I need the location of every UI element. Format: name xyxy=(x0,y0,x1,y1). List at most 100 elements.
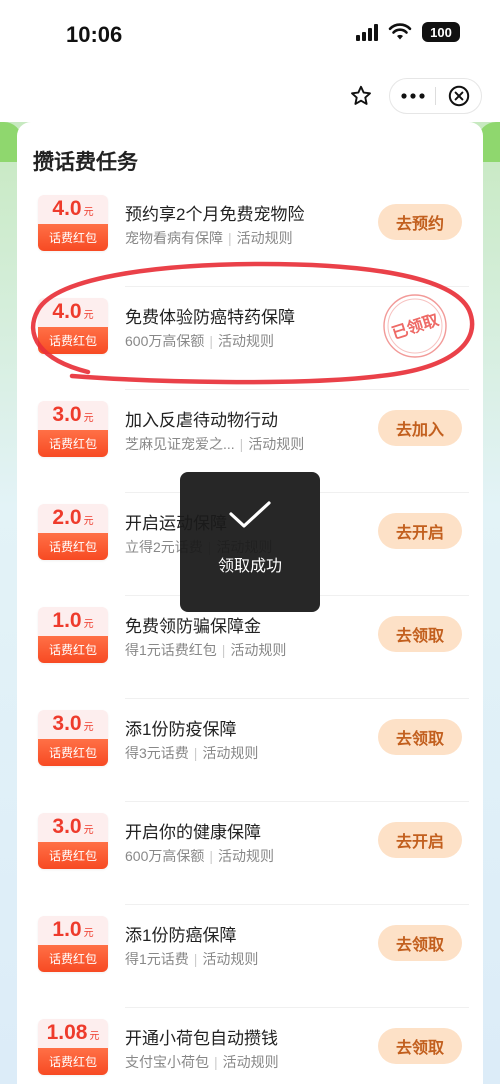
task-title: 开启你的健康保障 xyxy=(125,823,261,842)
coupon-amount: 4.0 xyxy=(52,197,82,220)
task-row: 3.0 元 话费红包 添1份防疫保障 得3元话费 | 活动规则 去领取 xyxy=(17,699,483,802)
task-subtitle: 600万高保额 | 活动规则 xyxy=(125,331,274,351)
coupon-unit: 元 xyxy=(83,825,94,836)
claimed-stamp-text: 已领取 xyxy=(389,310,441,343)
rules-link[interactable]: 活动规则 xyxy=(218,333,274,349)
task-action-button[interactable]: 去领取 xyxy=(378,925,462,961)
task-title: 添1份防疫保障 xyxy=(125,720,237,739)
coupon-badge: 4.0 元 话费红包 xyxy=(38,195,108,251)
separator: | xyxy=(193,745,198,761)
task-action-button[interactable]: 去领取 xyxy=(378,616,462,652)
wifi-icon xyxy=(388,23,412,40)
task-subtitle: 支付宝小荷包 | 活动规则 xyxy=(125,1052,279,1072)
separator: | xyxy=(239,436,244,452)
coupon-amount: 1.08 xyxy=(46,1021,88,1044)
coupon-badge: 1.08 元 话费红包 xyxy=(38,1019,108,1075)
coupon-badge: 3.0 元 话费红包 xyxy=(38,710,108,766)
rules-link[interactable]: 活动规则 xyxy=(202,745,258,761)
task-desc: 支付宝小荷包 xyxy=(125,1054,209,1070)
task-row: 4.0 元 话费红包 预约享2个月免费宠物险 宠物看病有保障 | 活动规则 去预约 xyxy=(17,184,483,287)
rules-link[interactable]: 活动规则 xyxy=(237,230,293,246)
coupon-unit: 元 xyxy=(89,1031,100,1042)
rules-link[interactable]: 活动规则 xyxy=(223,1054,279,1070)
coupon-amount-area: 3.0 元 xyxy=(38,813,108,842)
status-icons: 100 xyxy=(356,22,460,42)
task-subtitle: 得3元话费 | 活动规则 xyxy=(125,743,258,763)
coupon-label: 话费红包 xyxy=(38,636,108,663)
coupon-unit: 元 xyxy=(83,516,94,527)
coupon-amount: 4.0 xyxy=(52,300,82,323)
coupon-badge: 1.0 元 话费红包 xyxy=(38,916,108,972)
task-title: 加入反虐待动物行动 xyxy=(125,411,278,430)
battery-indicator: 100 xyxy=(422,22,460,42)
coupon-unit: 元 xyxy=(83,207,94,218)
coupon-label: 话费红包 xyxy=(38,224,108,251)
coupon-amount-area: 1.0 元 xyxy=(38,607,108,636)
task-desc: 得1元话费红包 xyxy=(125,642,217,658)
task-action-button[interactable]: 去开启 xyxy=(378,822,462,858)
mini-app-capsule xyxy=(389,78,482,114)
task-subtitle: 芝麻见证宠爱之... | 活动规则 xyxy=(125,434,304,454)
task-desc: 得1元话费 xyxy=(125,951,189,967)
task-desc: 宠物看病有保障 xyxy=(125,230,223,246)
task-action-button[interactable]: 去加入 xyxy=(378,410,462,446)
separator: | xyxy=(221,642,226,658)
coupon-amount: 3.0 xyxy=(52,403,82,426)
coupon-amount-area: 3.0 元 xyxy=(38,401,108,430)
task-row: 3.0 元 话费红包 开启你的健康保障 600万高保额 | 活动规则 去开启 xyxy=(17,802,483,905)
task-desc: 芝麻见证宠爱之... xyxy=(125,436,235,452)
coupon-amount: 1.0 xyxy=(52,918,82,941)
coupon-badge: 4.0 元 话费红包 xyxy=(38,298,108,354)
more-icon xyxy=(400,93,425,99)
coupon-badge: 2.0 元 话费红包 xyxy=(38,504,108,560)
task-subtitle: 得1元话费红包 | 活动规则 xyxy=(125,640,286,660)
coupon-amount: 3.0 xyxy=(52,815,82,838)
star-icon xyxy=(351,85,371,105)
coupon-amount-area: 3.0 元 xyxy=(38,710,108,739)
coupon-amount-area: 4.0 元 xyxy=(38,195,108,224)
task-title: 免费体验防癌特药保障 xyxy=(125,308,295,327)
separator: | xyxy=(209,848,213,864)
task-action-button[interactable]: 去领取 xyxy=(378,719,462,755)
rules-link[interactable]: 活动规则 xyxy=(230,642,286,658)
separator: | xyxy=(228,230,232,246)
coupon-amount-area: 2.0 元 xyxy=(38,504,108,533)
task-desc: 得3元话费 xyxy=(125,745,189,761)
coupon-label: 话费红包 xyxy=(38,533,108,560)
more-button[interactable] xyxy=(390,79,435,113)
coupon-label: 话费红包 xyxy=(38,945,108,972)
separator: | xyxy=(193,951,198,967)
checkmark-icon xyxy=(229,501,271,528)
task-title: 添1份防癌保障 xyxy=(125,926,237,945)
coupon-label: 话费红包 xyxy=(38,1048,108,1075)
rules-link[interactable]: 活动规则 xyxy=(202,951,258,967)
toast-message: 领取成功 xyxy=(217,558,282,575)
rules-link[interactable]: 活动规则 xyxy=(248,436,304,452)
close-circle-icon xyxy=(448,85,469,107)
success-toast: 领取成功 xyxy=(180,472,320,612)
close-button[interactable] xyxy=(436,79,481,113)
task-action-button[interactable]: 去预约 xyxy=(378,204,462,240)
task-row: 1.08 元 话费红包 开通小荷包自动攒钱 支付宝小荷包 | 活动规则 去领取 xyxy=(17,1008,483,1084)
task-subtitle: 宠物看病有保障 | 活动规则 xyxy=(125,228,293,248)
rules-link[interactable]: 活动规则 xyxy=(218,848,274,864)
task-subtitle: 得1元话费 | 活动规则 xyxy=(125,949,258,969)
coupon-label: 话费红包 xyxy=(38,739,108,766)
task-action-button[interactable]: 去领取 xyxy=(378,1028,462,1064)
task-title: 预约享2个月免费宠物险 xyxy=(125,205,305,224)
coupon-unit: 元 xyxy=(83,310,94,321)
coupon-unit: 元 xyxy=(83,413,94,424)
coupon-unit: 元 xyxy=(83,722,94,733)
coupon-badge: 3.0 元 话费红包 xyxy=(38,813,108,869)
star-button[interactable] xyxy=(343,78,379,114)
coupon-amount-area: 4.0 元 xyxy=(38,298,108,327)
coupon-unit: 元 xyxy=(83,619,94,630)
task-row: 4.0 元 话费红包 免费体验防癌特药保障 600万高保额 | 活动规则 已领取 xyxy=(17,287,483,390)
status-time: 10:06 xyxy=(66,22,123,47)
coupon-amount-area: 1.08 元 xyxy=(38,1019,108,1048)
task-action-button[interactable]: 去开启 xyxy=(378,513,462,549)
task-title: 免费领防骗保障金 xyxy=(125,617,261,636)
nav-bar xyxy=(0,70,500,122)
task-desc: 600万高保额 xyxy=(125,848,205,864)
coupon-label: 话费红包 xyxy=(38,842,108,869)
